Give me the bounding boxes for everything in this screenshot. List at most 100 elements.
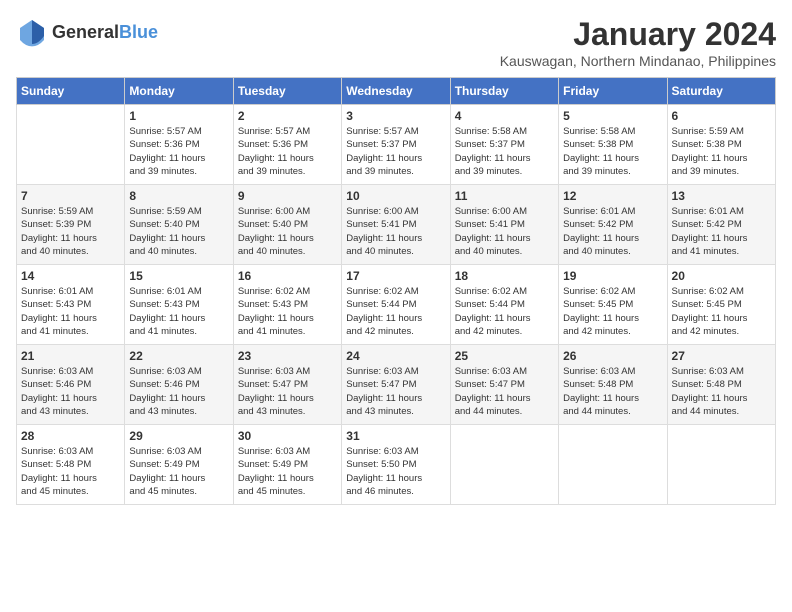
logo: GeneralBlue: [16, 16, 158, 48]
day-number: 4: [455, 109, 554, 123]
calendar-cell: [667, 425, 775, 505]
calendar-cell: 2 Sunrise: 5:57 AM Sunset: 5:36 PM Daylig…: [233, 105, 341, 185]
day-info: Sunrise: 6:03 AM Sunset: 5:47 PM Dayligh…: [455, 365, 554, 418]
weekday-header-tuesday: Tuesday: [233, 78, 341, 105]
day-info: Sunrise: 5:58 AM Sunset: 5:37 PM Dayligh…: [455, 125, 554, 178]
calendar-cell: 4 Sunrise: 5:58 AM Sunset: 5:37 PM Daylig…: [450, 105, 558, 185]
calendar-cell: 28 Sunrise: 6:03 AM Sunset: 5:48 PM Dayli…: [17, 425, 125, 505]
day-info: Sunrise: 6:01 AM Sunset: 5:43 PM Dayligh…: [129, 285, 228, 338]
calendar-cell: [559, 425, 667, 505]
weekday-header-wednesday: Wednesday: [342, 78, 450, 105]
calendar-cell: 16Sunrise: 6:02 AM Sunset: 5:43 PM Dayli…: [233, 265, 341, 345]
day-info: Sunrise: 5:58 AM Sunset: 5:38 PM Dayligh…: [563, 125, 662, 178]
calendar-cell: 10 Sunrise: 6:00 AM Sunset: 5:41 PM Dayli…: [342, 185, 450, 265]
day-info: Sunrise: 6:03 AM Sunset: 5:48 PM Dayligh…: [563, 365, 662, 418]
calendar-cell: 12 Sunrise: 6:01 AM Sunset: 5:42 PM Dayli…: [559, 185, 667, 265]
day-number: 26: [563, 349, 662, 363]
calendar-cell: 27Sunrise: 6:03 AM Sunset: 5:48 PM Dayli…: [667, 345, 775, 425]
calendar-cell: 1 Sunrise: 5:57 AM Sunset: 5:36 PM Daylig…: [125, 105, 233, 185]
weekday-header-row: SundayMondayTuesdayWednesdayThursdayFrid…: [17, 78, 776, 105]
day-number: 8: [129, 189, 228, 203]
day-number: 30: [238, 429, 337, 443]
calendar-cell: [450, 425, 558, 505]
day-number: 28: [21, 429, 120, 443]
calendar-cell: 3 Sunrise: 5:57 AM Sunset: 5:37 PM Daylig…: [342, 105, 450, 185]
day-number: 1: [129, 109, 228, 123]
calendar-cell: [17, 105, 125, 185]
title-section: January 2024 Kauswagan, Northern Mindana…: [500, 16, 776, 69]
location-title: Kauswagan, Northern Mindanao, Philippine…: [500, 53, 776, 69]
weekday-header-thursday: Thursday: [450, 78, 558, 105]
day-info: Sunrise: 6:01 AM Sunset: 5:42 PM Dayligh…: [563, 205, 662, 258]
calendar-cell: 9Sunrise: 6:00 AM Sunset: 5:40 PM Daylig…: [233, 185, 341, 265]
day-info: Sunrise: 5:57 AM Sunset: 5:36 PM Dayligh…: [129, 125, 228, 178]
calendar-cell: 20 Sunrise: 6:02 AM Sunset: 5:45 PM Dayli…: [667, 265, 775, 345]
day-info: Sunrise: 6:00 AM Sunset: 5:41 PM Dayligh…: [346, 205, 445, 258]
day-number: 24: [346, 349, 445, 363]
weekday-header-saturday: Saturday: [667, 78, 775, 105]
day-number: 27: [672, 349, 771, 363]
logo-text-general: General: [52, 22, 119, 42]
day-number: 5: [563, 109, 662, 123]
day-info: Sunrise: 6:03 AM Sunset: 5:48 PM Dayligh…: [21, 445, 120, 498]
weekday-header-friday: Friday: [559, 78, 667, 105]
calendar-week-4: 21 Sunrise: 6:03 AM Sunset: 5:46 PM Dayli…: [17, 345, 776, 425]
day-number: 20: [672, 269, 771, 283]
calendar-cell: 17Sunrise: 6:02 AM Sunset: 5:44 PM Dayli…: [342, 265, 450, 345]
calendar-week-5: 28 Sunrise: 6:03 AM Sunset: 5:48 PM Dayli…: [17, 425, 776, 505]
calendar-cell: 25Sunrise: 6:03 AM Sunset: 5:47 PM Dayli…: [450, 345, 558, 425]
calendar-cell: 7 Sunrise: 5:59 AM Sunset: 5:39 PM Daylig…: [17, 185, 125, 265]
page-header: GeneralBlue January 2024 Kauswagan, Nort…: [16, 16, 776, 69]
day-number: 21: [21, 349, 120, 363]
calendar-cell: 30 Sunrise: 6:03 AM Sunset: 5:49 PM Dayli…: [233, 425, 341, 505]
day-info: Sunrise: 6:01 AM Sunset: 5:43 PM Dayligh…: [21, 285, 120, 338]
day-number: 6: [672, 109, 771, 123]
calendar-cell: 14Sunrise: 6:01 AM Sunset: 5:43 PM Dayli…: [17, 265, 125, 345]
day-info: Sunrise: 6:02 AM Sunset: 5:45 PM Dayligh…: [563, 285, 662, 338]
day-number: 19: [563, 269, 662, 283]
day-info: Sunrise: 5:57 AM Sunset: 5:37 PM Dayligh…: [346, 125, 445, 178]
day-info: Sunrise: 6:02 AM Sunset: 5:45 PM Dayligh…: [672, 285, 771, 338]
day-number: 10: [346, 189, 445, 203]
day-info: Sunrise: 6:03 AM Sunset: 5:46 PM Dayligh…: [21, 365, 120, 418]
weekday-header-sunday: Sunday: [17, 78, 125, 105]
day-info: Sunrise: 6:01 AM Sunset: 5:42 PM Dayligh…: [672, 205, 771, 258]
day-info: Sunrise: 5:57 AM Sunset: 5:36 PM Dayligh…: [238, 125, 337, 178]
day-number: 29: [129, 429, 228, 443]
day-info: Sunrise: 6:03 AM Sunset: 5:47 PM Dayligh…: [346, 365, 445, 418]
calendar-cell: 6 Sunrise: 5:59 AM Sunset: 5:38 PM Daylig…: [667, 105, 775, 185]
day-number: 7: [21, 189, 120, 203]
logo-text-blue: Blue: [119, 22, 158, 42]
day-info: Sunrise: 6:02 AM Sunset: 5:44 PM Dayligh…: [455, 285, 554, 338]
calendar-cell: 15 Sunrise: 6:01 AM Sunset: 5:43 PM Dayli…: [125, 265, 233, 345]
day-number: 15: [129, 269, 228, 283]
calendar-cell: 26 Sunrise: 6:03 AM Sunset: 5:48 PM Dayli…: [559, 345, 667, 425]
month-title: January 2024: [500, 16, 776, 53]
calendar-cell: 31Sunrise: 6:03 AM Sunset: 5:50 PM Dayli…: [342, 425, 450, 505]
day-number: 2: [238, 109, 337, 123]
calendar-cell: 24 Sunrise: 6:03 AM Sunset: 5:47 PM Dayli…: [342, 345, 450, 425]
day-number: 12: [563, 189, 662, 203]
calendar-cell: 21 Sunrise: 6:03 AM Sunset: 5:46 PM Dayli…: [17, 345, 125, 425]
day-number: 3: [346, 109, 445, 123]
day-info: Sunrise: 6:03 AM Sunset: 5:46 PM Dayligh…: [129, 365, 228, 418]
calendar-cell: 11Sunrise: 6:00 AM Sunset: 5:41 PM Dayli…: [450, 185, 558, 265]
day-number: 11: [455, 189, 554, 203]
calendar-table: SundayMondayTuesdayWednesdayThursdayFrid…: [16, 77, 776, 505]
day-number: 18: [455, 269, 554, 283]
day-number: 23: [238, 349, 337, 363]
calendar-week-1: 1 Sunrise: 5:57 AM Sunset: 5:36 PM Daylig…: [17, 105, 776, 185]
day-info: Sunrise: 6:00 AM Sunset: 5:40 PM Dayligh…: [238, 205, 337, 258]
day-info: Sunrise: 6:03 AM Sunset: 5:47 PM Dayligh…: [238, 365, 337, 418]
calendar-cell: 19 Sunrise: 6:02 AM Sunset: 5:45 PM Dayli…: [559, 265, 667, 345]
calendar-cell: 29Sunrise: 6:03 AM Sunset: 5:49 PM Dayli…: [125, 425, 233, 505]
day-number: 22: [129, 349, 228, 363]
calendar-cell: 8Sunrise: 5:59 AM Sunset: 5:40 PM Daylig…: [125, 185, 233, 265]
calendar-cell: 5 Sunrise: 5:58 AM Sunset: 5:38 PM Daylig…: [559, 105, 667, 185]
calendar-header: SundayMondayTuesdayWednesdayThursdayFrid…: [17, 78, 776, 105]
day-info: Sunrise: 6:03 AM Sunset: 5:49 PM Dayligh…: [238, 445, 337, 498]
day-info: Sunrise: 5:59 AM Sunset: 5:38 PM Dayligh…: [672, 125, 771, 178]
day-info: Sunrise: 5:59 AM Sunset: 5:39 PM Dayligh…: [21, 205, 120, 258]
calendar-week-3: 14Sunrise: 6:01 AM Sunset: 5:43 PM Dayli…: [17, 265, 776, 345]
calendar-cell: 13Sunrise: 6:01 AM Sunset: 5:42 PM Dayli…: [667, 185, 775, 265]
